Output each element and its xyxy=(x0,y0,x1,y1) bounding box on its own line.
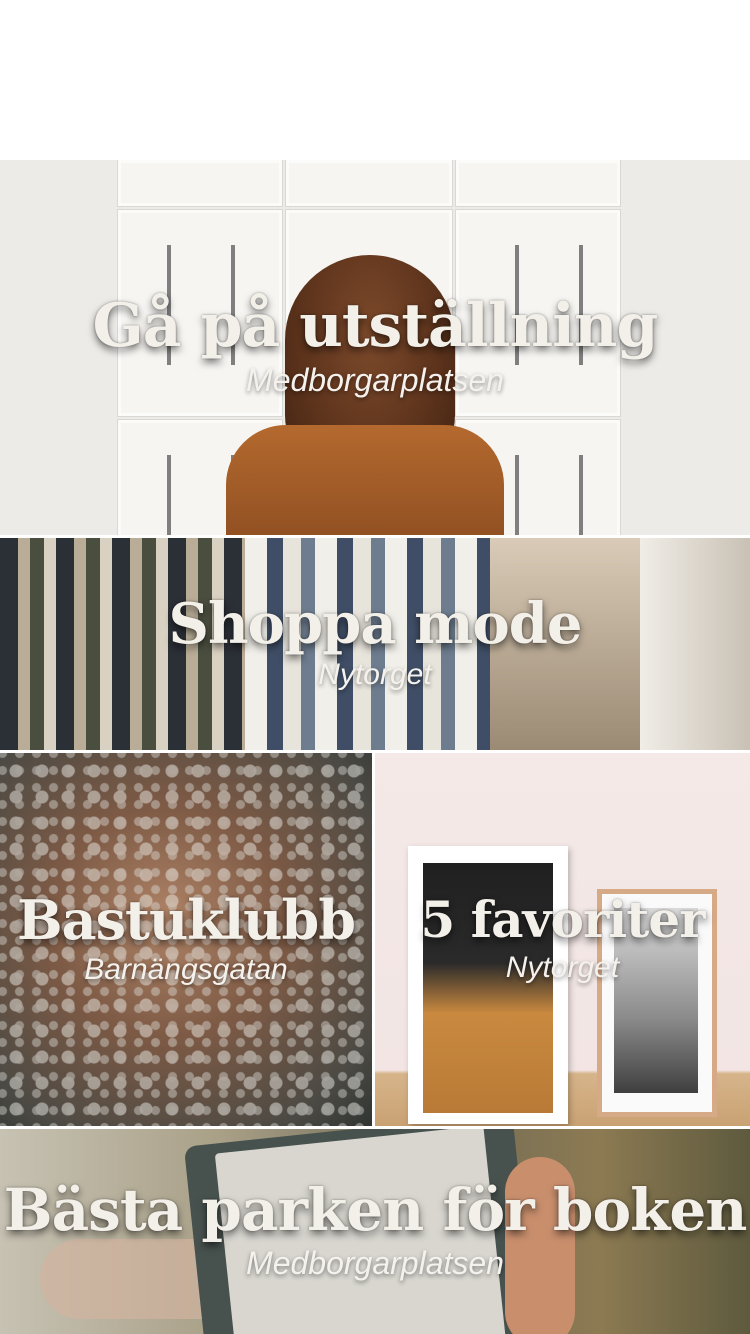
card-fashion-text: Shoppa mode Nytorget xyxy=(0,538,750,750)
card-subtitle: Nytorget xyxy=(505,950,620,984)
card-title: Gå på utställning xyxy=(92,291,658,361)
card-fashion[interactable]: Shoppa mode Nytorget xyxy=(0,538,750,750)
card-favorites[interactable]: 5 favoriter Nytorget xyxy=(375,753,750,1126)
card-subtitle: Barnängsgatan xyxy=(84,952,288,986)
card-sauna-text: Bastuklubb Barnängsgatan xyxy=(0,753,372,1126)
card-exhibition[interactable]: Gå på utställning Medborgarplatsen xyxy=(0,160,750,535)
card-title: Shoppa mode xyxy=(168,591,583,657)
card-sauna[interactable]: Bastuklubb Barnängsgatan xyxy=(0,753,372,1126)
top-header xyxy=(0,0,750,160)
card-title: 5 favoriter xyxy=(420,889,705,949)
card-title: Bästa parken för boken xyxy=(3,1176,748,1244)
card-subtitle: Nytorget xyxy=(318,658,432,691)
card-favorites-text: 5 favoriter Nytorget xyxy=(375,753,750,1126)
card-subtitle: Medborgarplatsen xyxy=(246,362,504,398)
card-subtitle: Medborgarplatsen xyxy=(246,1245,504,1281)
card-park-book-text: Bästa parken för boken Medborgarplatsen xyxy=(0,1129,750,1334)
card-exhibition-text: Gå på utställning Medborgarplatsen xyxy=(0,160,750,535)
card-park-book[interactable]: Bästa parken för boken Medborgarplatsen xyxy=(0,1129,750,1334)
card-title: Bastuklubb xyxy=(17,887,356,952)
